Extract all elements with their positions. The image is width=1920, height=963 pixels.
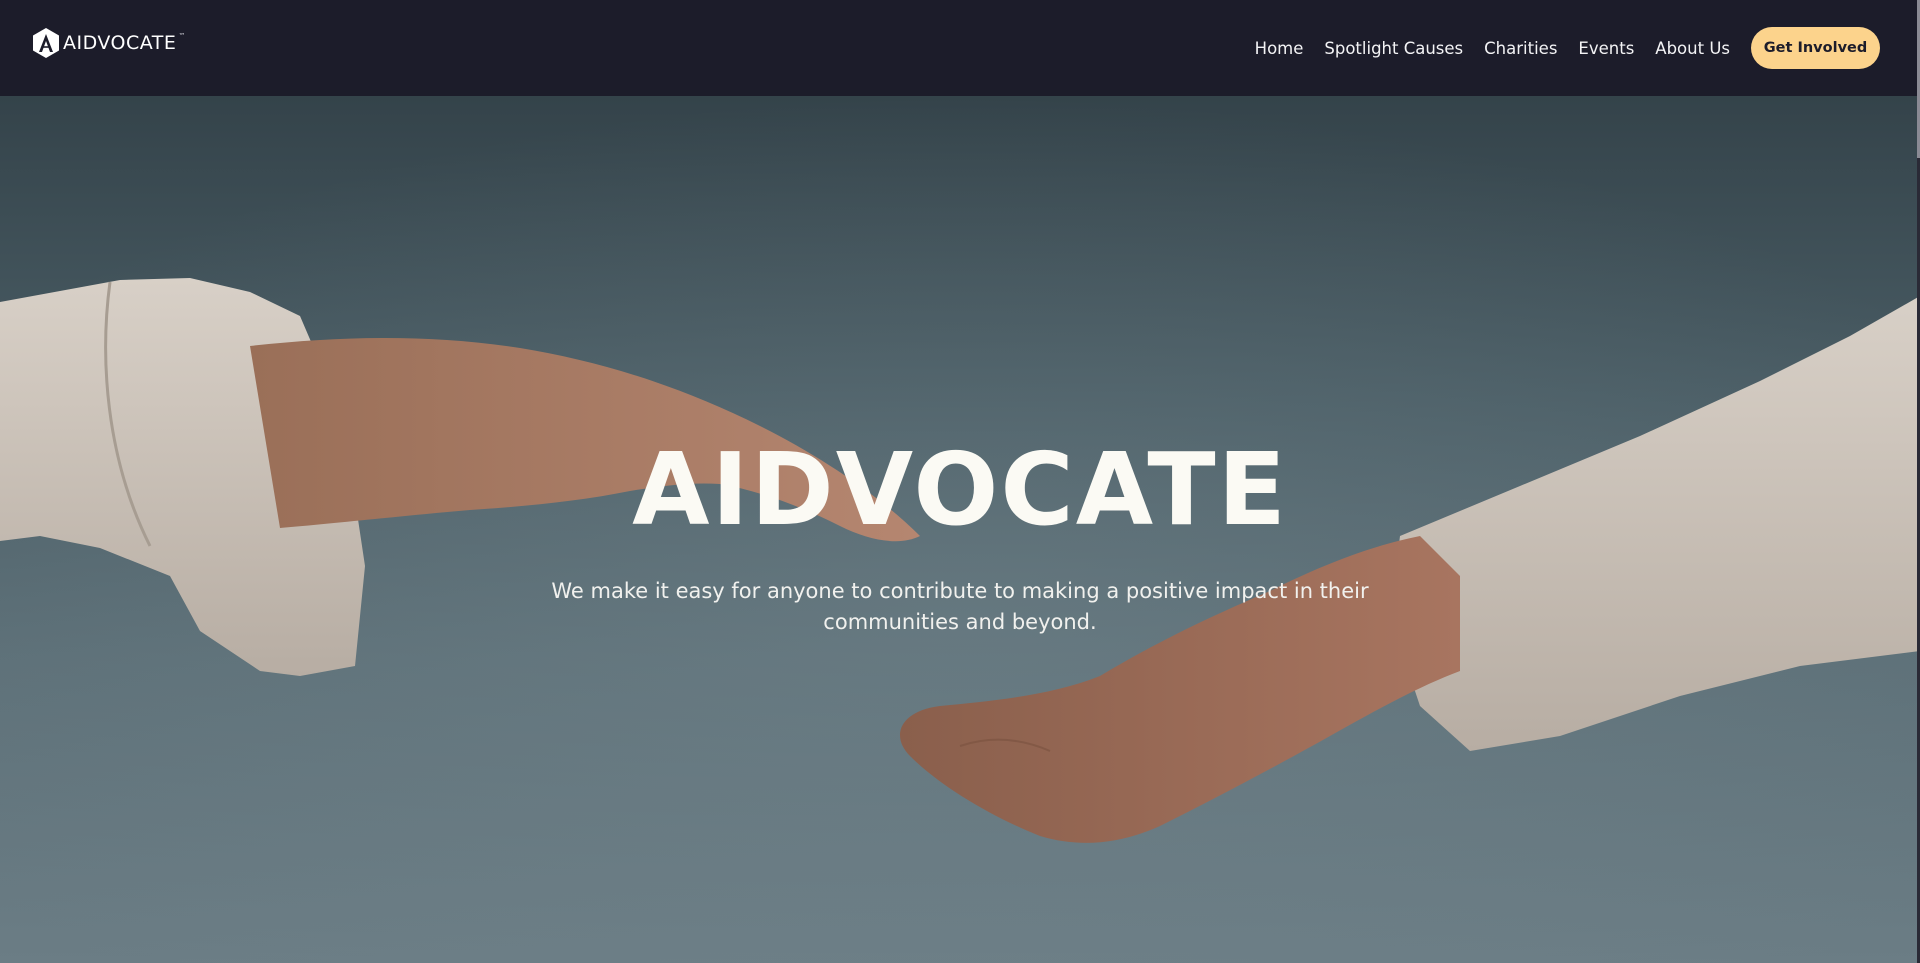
nav-charities[interactable]: Charities — [1484, 39, 1557, 58]
page: AIDVOCATE ™ Home Spotlight Causes Charit… — [0, 0, 1920, 963]
site-header: AIDVOCATE ™ Home Spotlight Causes Charit… — [0, 0, 1920, 96]
nav-about-us[interactable]: About Us — [1655, 39, 1730, 58]
nav-home[interactable]: Home — [1255, 39, 1304, 58]
hero-content: AIDVOCATE We make it easy for anyone to … — [0, 96, 1920, 963]
logo-link[interactable]: AIDVOCATE ™ — [31, 27, 185, 59]
hero-subtitle: We make it easy for anyone to contribute… — [551, 579, 1369, 634]
main-nav: Home Spotlight Causes Charities Events A… — [1255, 27, 1880, 69]
hero-title: AIDVOCATE — [632, 431, 1288, 548]
nav-events[interactable]: Events — [1578, 39, 1634, 58]
aidvocate-logo-icon — [33, 28, 59, 58]
get-involved-button[interactable]: Get Involved — [1751, 27, 1880, 69]
hero-section: AIDVOCATE We make it easy for anyone to … — [0, 96, 1920, 963]
nav-spotlight-causes[interactable]: Spotlight Causes — [1324, 39, 1463, 58]
logo-text: AIDVOCATE — [63, 32, 177, 54]
trademark-symbol: ™ — [178, 32, 186, 40]
